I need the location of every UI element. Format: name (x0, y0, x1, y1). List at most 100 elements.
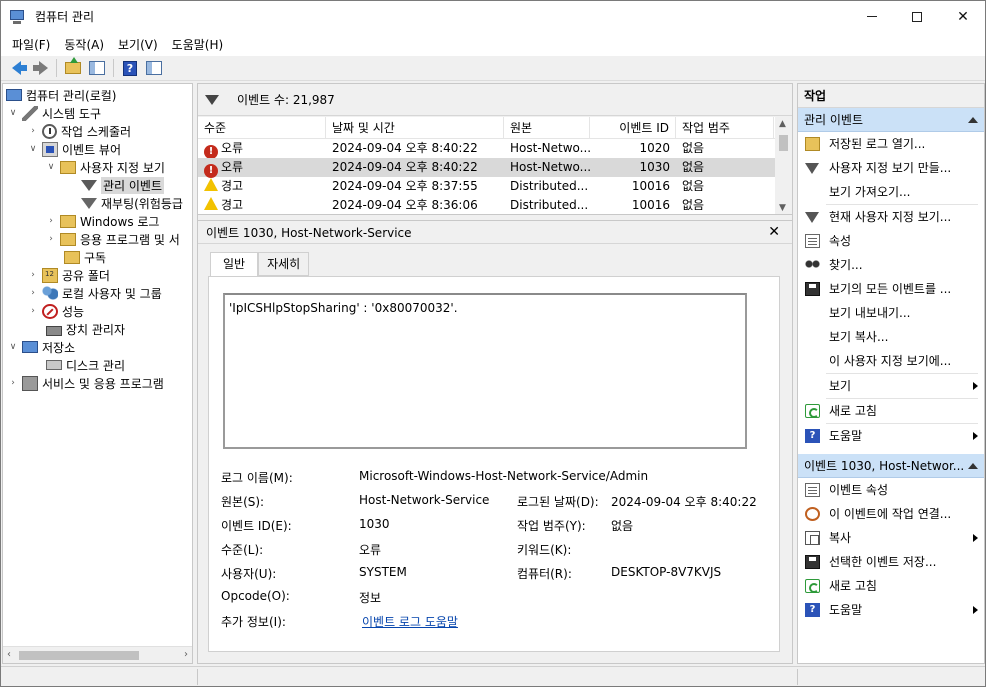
scroll-left-icon[interactable]: ‹ (7, 649, 11, 660)
action-item[interactable]: 보기 가져오기... (798, 180, 984, 204)
level-value[interactable]: 오류 (359, 541, 381, 558)
expand-icon[interactable]: › (28, 306, 38, 316)
tree-item-performance[interactable]: › 성능 (28, 302, 84, 320)
action-label: 새로 고침 (829, 579, 877, 593)
tree-item-subscriptions[interactable]: 구독 (64, 248, 106, 266)
table-row[interactable]: 경고 2024-09-04 오후 8:36:06 Distributed... 100… (198, 196, 792, 214)
expand-icon[interactable]: › (8, 378, 18, 388)
action-item[interactable]: 보기의 모든 이벤트를 ... (798, 277, 984, 301)
refresh-icon (805, 404, 820, 418)
action-item[interactable]: 이벤트 속성 (798, 478, 984, 502)
scroll-up-icon[interactable]: ▲ (779, 119, 786, 129)
tree-item-device-manager[interactable]: 장치 관리자 (46, 320, 125, 338)
action-item[interactable]: 이 이벤트에 작업 연결... (798, 502, 984, 526)
tree-item-disk-management[interactable]: 디스크 관리 (46, 356, 125, 374)
tree-item-root[interactable]: 컴퓨터 관리(로컬) (6, 86, 116, 104)
up-level-button[interactable] (62, 57, 84, 79)
event-table: 수준 날짜 및 시간 원본 이벤트 ID 작업 범주 ! 오류 2024-09-04… (198, 117, 792, 215)
column-task-category[interactable]: 작업 범주 (676, 117, 774, 139)
action-label: 새로 고침 (829, 404, 877, 418)
opcode-value[interactable]: 정보 (359, 589, 381, 606)
scroll-thumb[interactable] (779, 135, 788, 151)
tree-item-services-apps[interactable]: › 서비스 및 응용 프로그램 (8, 374, 164, 392)
menu-view[interactable]: 보기(V) (111, 36, 165, 53)
action-item[interactable]: 선택한 이벤트 저장... (798, 550, 984, 574)
collapse-icon[interactable] (968, 463, 978, 469)
tree-label: 사용자 지정 보기 (80, 160, 165, 175)
column-datetime[interactable]: 날짜 및 시간 (326, 117, 504, 139)
actions-section-admin-events[interactable]: 관리 이벤트 (798, 108, 984, 132)
tab-general[interactable]: 일반 (210, 252, 259, 277)
expand-icon[interactable]: › (46, 234, 56, 244)
menu-action[interactable]: 동작(A) (57, 36, 111, 53)
computer-value[interactable]: DESKTOP-8V7KVJS (611, 565, 721, 579)
show-hide-tree-button[interactable] (86, 58, 108, 79)
show-hide-action-pane-button[interactable] (143, 58, 165, 79)
tree-item-app-service-logs[interactable]: › 응용 프로그램 및 서 (46, 230, 180, 248)
tree-item-storage[interactable]: ∨ 저장소 (8, 338, 75, 356)
action-item[interactable]: 새로 고침 (798, 399, 984, 423)
action-item[interactable]: 보기 복사... (798, 325, 984, 349)
column-source[interactable]: 원본 (504, 117, 590, 139)
tree-horizontal-scrollbar[interactable]: ‹ › (3, 646, 192, 663)
table-row[interactable]: 경고 2024-09-04 오후 8:37:55 Distributed... 100… (198, 177, 792, 196)
scroll-right-icon[interactable]: › (184, 649, 188, 660)
collapse-icon[interactable] (968, 117, 978, 123)
collapse-icon[interactable]: ∨ (28, 144, 38, 154)
expand-icon[interactable]: › (28, 126, 38, 136)
collapse-icon[interactable]: ∨ (46, 162, 56, 172)
menu-help[interactable]: 도움말(H) (165, 36, 231, 53)
action-item[interactable]: 찾기... (798, 253, 984, 277)
tree-item-local-users[interactable]: › 로컬 사용자 및 그룹 (28, 284, 162, 302)
source-value[interactable]: Host-Network-Service (359, 493, 489, 507)
close-detail-icon[interactable]: ✕ (768, 224, 780, 240)
column-level[interactable]: 수준 (198, 117, 326, 139)
event-id-value[interactable]: 1030 (359, 517, 390, 531)
tree-item-windows-logs[interactable]: › Windows 로그 (46, 212, 159, 230)
tree-item-task-scheduler[interactable]: › 작업 스케줄러 (28, 122, 131, 140)
task-category-value[interactable]: 없음 (611, 517, 633, 534)
logged-value[interactable]: 2024-09-04 오후 8:40:22 (611, 493, 757, 510)
tree-item-custom-views[interactable]: ∨ 사용자 지정 보기 (46, 158, 165, 176)
log-name-value[interactable]: Microsoft-Windows-Host-Network-Service/A… (359, 469, 648, 483)
event-table-scrollbar[interactable]: ▲ ▼ (775, 117, 792, 214)
tree-item-event-viewer[interactable]: ∨ 이벤트 뷰어 (28, 140, 121, 158)
actions-section-event[interactable]: 이벤트 1030, Host-Networ... (798, 454, 984, 478)
tree-item-system-tools[interactable]: ∨ 시스템 도구 (8, 104, 101, 122)
tree-item-shared-folders[interactable]: › 공유 폴더 (28, 266, 110, 284)
action-item[interactable]: 복사 (798, 526, 984, 550)
action-item[interactable]: 보기 (798, 374, 984, 398)
action-item[interactable]: ? 도움말 (798, 598, 984, 622)
tree-item-reboot[interactable]: 재부팅(위험등급 (81, 194, 183, 212)
tree-item-admin-events[interactable]: 관리 이벤트 (81, 176, 165, 194)
scroll-thumb[interactable] (19, 651, 139, 660)
forward-button[interactable] (29, 58, 51, 79)
event-log-help-link[interactable]: 이벤트 로그 도움말 (362, 613, 458, 630)
action-item[interactable]: 이 사용자 지정 보기에... (798, 349, 984, 373)
event-description[interactable]: 'IpICSHlpStopSharing' : '0x80070032'. (223, 293, 747, 449)
table-row[interactable]: ! 오류 2024-09-04 오후 8:40:22 Host-Netwo... 103… (198, 158, 792, 178)
collapse-icon[interactable]: ∨ (8, 342, 18, 352)
action-item[interactable]: 새로 고침 (798, 574, 984, 598)
action-item[interactable]: 보기 내보내기... (798, 301, 984, 325)
expand-icon[interactable]: › (46, 216, 56, 226)
help-button[interactable]: ? (119, 58, 141, 79)
column-event-id[interactable]: 이벤트 ID (590, 117, 676, 139)
action-item[interactable]: 속성 (798, 229, 984, 253)
expand-icon[interactable]: › (28, 270, 38, 280)
action-item[interactable]: 저장된 로그 열기... (798, 132, 984, 156)
expand-icon[interactable]: › (28, 288, 38, 298)
action-item[interactable]: ? 도움말 (798, 424, 984, 448)
action-item[interactable]: 현재 사용자 지정 보기... (798, 205, 984, 229)
user-value[interactable]: SYSTEM (359, 565, 407, 579)
minimize-button[interactable] (849, 1, 895, 32)
menu-file[interactable]: 파일(F) (5, 36, 57, 53)
action-item[interactable]: 사용자 지정 보기 만들... (798, 156, 984, 180)
close-button[interactable]: ✕ (940, 1, 986, 32)
maximize-button[interactable] (894, 1, 940, 32)
scroll-down-icon[interactable]: ▼ (779, 203, 786, 213)
back-button[interactable] (5, 58, 27, 79)
tab-details[interactable]: 자세히 (258, 252, 310, 276)
table-row[interactable]: ! 오류 2024-09-04 오후 8:40:22 Host-Netwo... 102… (198, 139, 792, 159)
collapse-icon[interactable]: ∨ (8, 108, 18, 118)
